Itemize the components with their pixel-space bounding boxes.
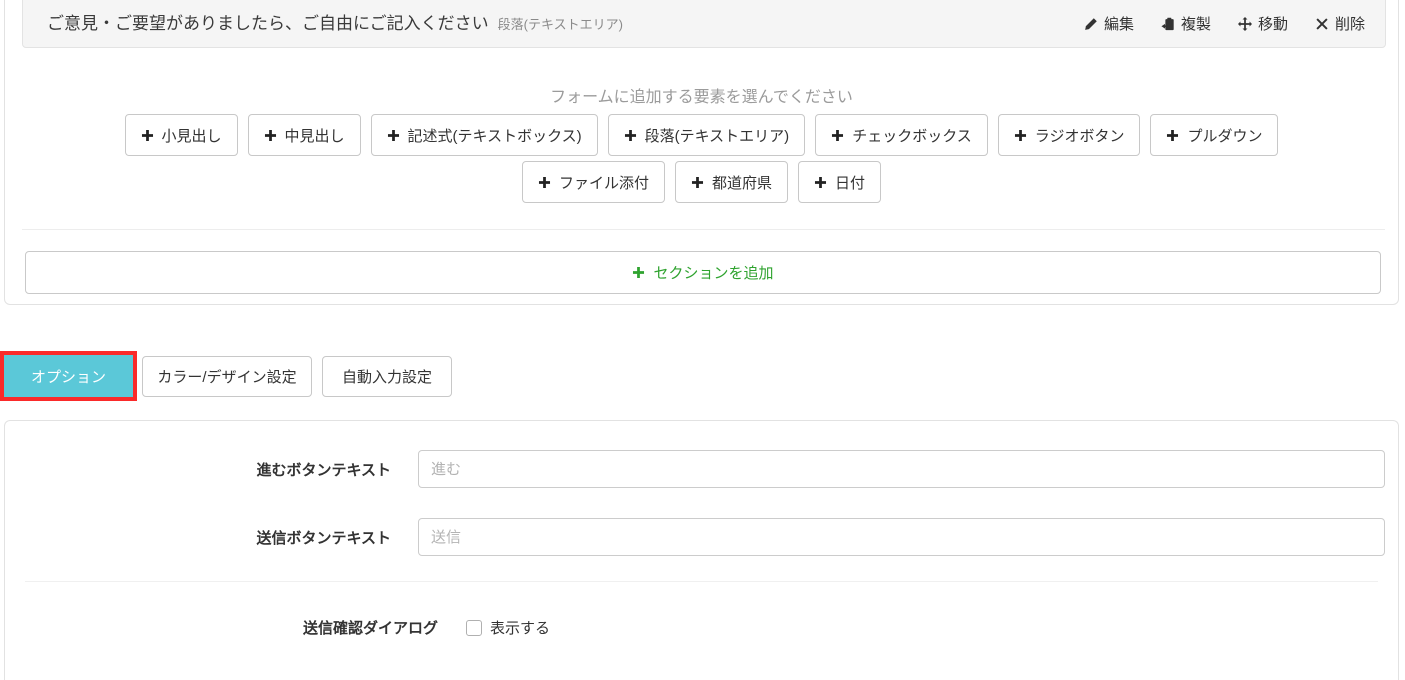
plus-icon xyxy=(814,176,827,189)
section-divider xyxy=(22,229,1385,230)
forward-button-text-label: 進むボタンテキスト xyxy=(5,459,391,480)
form-element-row: ご意見・ご要望がありましたら、ご自由にご記入ください 段落(テキストエリア) 編… xyxy=(22,0,1386,48)
button-label: 日付 xyxy=(835,172,865,193)
tab-options-label: オプション xyxy=(31,366,106,387)
plus-icon xyxy=(264,129,277,142)
tab-options[interactable]: オプション xyxy=(4,355,133,397)
duplicate-icon xyxy=(1161,17,1175,31)
form-element-titles: ご意見・ご要望がありましたら、ご自由にご記入ください 段落(テキストエリア) xyxy=(47,9,623,34)
add-textarea-button[interactable]: 段落(テキストエリア) xyxy=(608,114,806,156)
edit-button[interactable]: 編集 xyxy=(1084,13,1134,34)
pencil-icon xyxy=(1084,17,1098,31)
tab-autofill-settings[interactable]: 自動入力設定 xyxy=(322,356,452,397)
plus-icon xyxy=(632,266,645,279)
add-pulldown-button[interactable]: プルダウン xyxy=(1150,114,1278,156)
add-date-button[interactable]: 日付 xyxy=(798,161,881,203)
element-actions: 編集 複製 移動 削除 xyxy=(1084,13,1365,34)
button-label: チェックボックス xyxy=(852,125,972,146)
button-label: 記述式(テキストボックス) xyxy=(408,125,582,146)
plus-icon xyxy=(538,176,551,189)
button-label: ファイル添付 xyxy=(559,172,649,193)
tab-color-design-label: カラー/デザイン設定 xyxy=(157,366,296,387)
duplicate-label: 複製 xyxy=(1181,13,1211,34)
button-label: 小見出し xyxy=(162,125,222,146)
add-midheading-button[interactable]: 中見出し xyxy=(248,114,361,156)
options-divider xyxy=(25,581,1378,582)
delete-label: 削除 xyxy=(1335,13,1365,34)
move-button[interactable]: 移動 xyxy=(1238,13,1288,34)
submit-button-text-label: 送信ボタンテキスト xyxy=(5,527,391,548)
confirm-dialog-checkbox-label: 表示する xyxy=(490,617,550,638)
add-prefecture-button[interactable]: 都道府県 xyxy=(675,161,788,203)
element-picker-prompt: フォームに追加する要素を選んでください xyxy=(5,83,1398,107)
confirm-dialog-checkbox[interactable] xyxy=(466,620,482,636)
add-file-button[interactable]: ファイル添付 xyxy=(522,161,665,203)
confirm-dialog-label: 送信確認ダイアログ xyxy=(5,617,438,638)
element-picker-row-2: ファイル添付 都道府県 日付 xyxy=(5,161,1398,203)
plus-icon xyxy=(624,129,637,142)
plus-icon xyxy=(141,129,154,142)
plus-icon xyxy=(1166,129,1179,142)
button-label: 都道府県 xyxy=(712,172,772,193)
add-section-label: セクションを追加 xyxy=(653,262,773,283)
add-subheading-button[interactable]: 小見出し xyxy=(125,114,238,156)
confirm-dialog-checkbox-wrap[interactable]: 表示する xyxy=(466,617,550,638)
plus-icon xyxy=(1014,129,1027,142)
delete-x-icon xyxy=(1315,17,1329,31)
element-picker-row-1: 小見出し 中見出し 記述式(テキストボックス) 段落(テキストエリア) チェック… xyxy=(5,114,1398,156)
options-panel: 進むボタンテキスト 送信ボタンテキスト 送信確認ダイアログ 表示する xyxy=(4,420,1399,680)
add-radio-button[interactable]: ラジオボタン xyxy=(998,114,1141,156)
annotation-highlight: オプション xyxy=(0,351,137,401)
duplicate-button[interactable]: 複製 xyxy=(1161,13,1211,34)
plus-icon xyxy=(831,129,844,142)
tab-color-design-settings[interactable]: カラー/デザイン設定 xyxy=(142,356,312,397)
add-section-button[interactable]: セクションを追加 xyxy=(25,251,1381,294)
add-checkbox-button[interactable]: チェックボックス xyxy=(815,114,988,156)
edit-label: 編集 xyxy=(1104,13,1134,34)
form-section-card: ご意見・ご要望がありましたら、ご自由にご記入ください 段落(テキストエリア) 編… xyxy=(4,0,1399,305)
button-label: プルダウン xyxy=(1187,125,1262,146)
delete-button[interactable]: 削除 xyxy=(1315,13,1365,34)
add-textbox-button[interactable]: 記述式(テキストボックス) xyxy=(371,114,598,156)
move-icon xyxy=(1238,17,1252,31)
tab-autofill-label: 自動入力設定 xyxy=(342,366,432,387)
submit-button-text-row: 送信ボタンテキスト xyxy=(5,518,1385,556)
confirm-dialog-row: 送信確認ダイアログ 表示する xyxy=(5,617,1385,638)
button-label: ラジオボタン xyxy=(1035,125,1125,146)
move-label: 移動 xyxy=(1258,13,1288,34)
form-element-type-label: 段落(テキストエリア) xyxy=(498,14,623,33)
form-element-title: ご意見・ご要望がありましたら、ご自由にご記入ください xyxy=(47,9,489,34)
button-label: 中見出し xyxy=(285,125,345,146)
submit-button-text-input[interactable] xyxy=(418,518,1385,556)
plus-icon xyxy=(387,129,400,142)
forward-button-text-input[interactable] xyxy=(418,450,1385,488)
button-label: 段落(テキストエリア) xyxy=(645,125,790,146)
forward-button-text-row: 進むボタンテキスト xyxy=(5,450,1385,488)
plus-icon xyxy=(691,176,704,189)
